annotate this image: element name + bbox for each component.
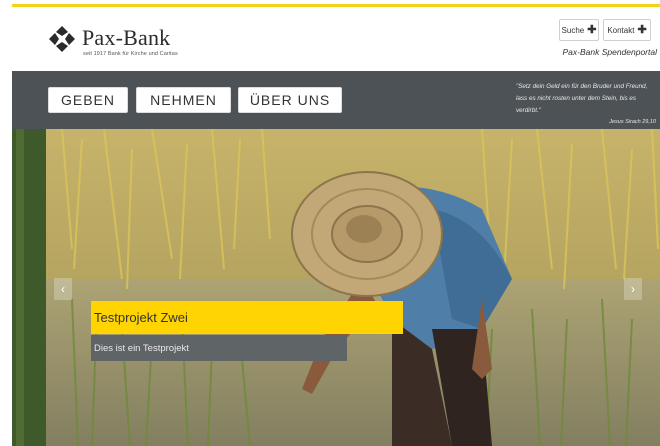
brand-name[interactable]: Pax-Bank [82,25,170,51]
chevron-left-icon: ‹ [61,282,65,296]
nav-item-geben[interactable]: GEBEN [48,87,128,113]
slide-title[interactable]: Testprojekt Zwei [91,301,403,334]
slider-next-button[interactable]: › [624,278,642,300]
nav-item-ueber-uns[interactable]: ÜBER UNS [238,87,342,113]
contact-button-label: Kontakt [607,25,635,35]
bible-quote: "Setz dein Geld ein für den Bruder und F… [516,83,648,114]
plus-icon: ✚ [637,23,647,36]
chevron-right-icon: › [631,282,635,296]
main-navigation: GEBEN NEHMEN ÜBER UNS "Setz dein Geld ei… [12,71,660,129]
search-button-label: Suche [561,25,585,35]
brand-tagline: seit 1917 Bank für Kirche und Caritas [83,51,178,57]
contact-button[interactable]: Kontakt ✚ [603,19,651,41]
site-header: Pax-Bank seit 1917 Bank für Kirche und C… [12,7,660,71]
hero-slider: ‹ › Testprojekt Zwei Dies ist ein Testpr… [12,129,660,446]
quote-source: Jesus Sirach 29,10 [609,119,656,125]
slider-prev-button[interactable]: ‹ [54,278,72,300]
search-button[interactable]: Suche ✚ [559,19,599,41]
nav-item-nehmen[interactable]: NEHMEN [136,87,231,113]
hero-image-rice-farmer [12,129,660,446]
pax-bank-logo-icon[interactable] [48,25,76,53]
portal-title: Pax-Bank Spendenportal [562,47,657,57]
slide-subtitle: Dies ist ein Testprojekt [91,335,347,361]
plus-icon: ✚ [587,23,597,36]
